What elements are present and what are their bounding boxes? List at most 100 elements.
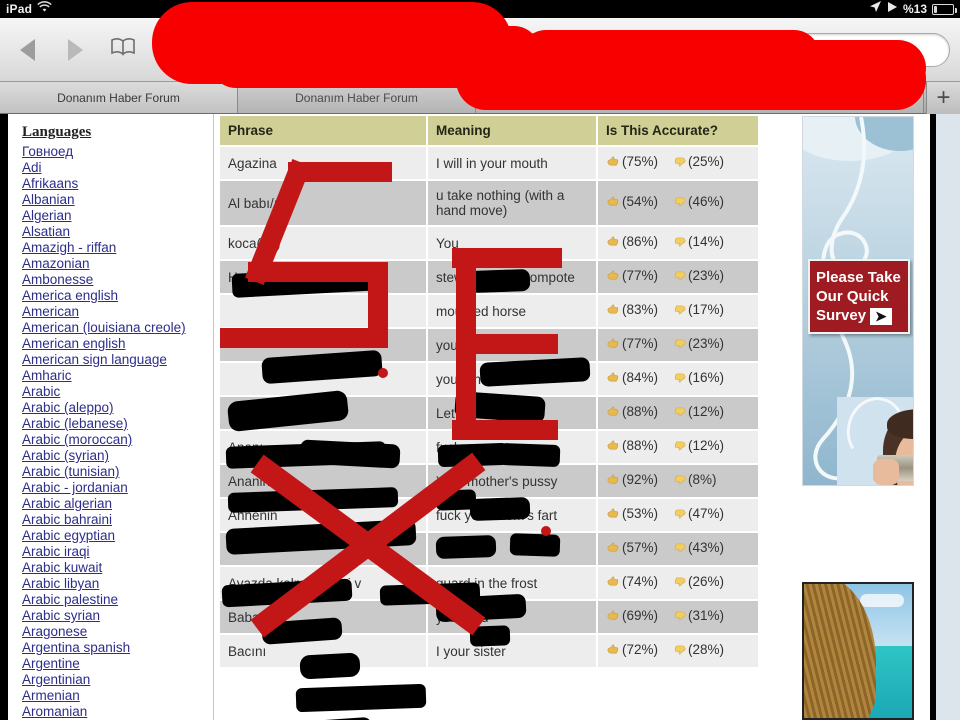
page-left-border [0,114,8,720]
sidebar-language-link[interactable]: Arabic kuwait [22,560,213,576]
beach-hut-photo[interactable] [802,582,914,720]
sidebar-language-link[interactable]: Aromanian [22,704,213,720]
sidebar-language-link[interactable]: American (louisiana creole) [22,320,213,336]
sidebar-language-link[interactable]: Amazigh - riffan [22,240,213,256]
sidebar-language-link[interactable]: Armenian [22,688,213,704]
vote-up-group[interactable]: (69%) [606,608,658,623]
vote-down-group[interactable]: (14%) [672,234,724,249]
vote-down-group[interactable]: (26%) [672,574,724,589]
vote-down-percent: (16%) [688,370,725,385]
vote-up-group[interactable]: (92%) [606,472,658,487]
vote-up-group[interactable]: (77%) [606,336,658,351]
tab-donanim-haber-forum-1[interactable]: Donanım Haber Forum [0,82,238,113]
browser-toolbar [0,18,960,82]
play-icon [887,0,898,18]
vote-down-group[interactable]: (17%) [672,302,724,317]
vote-down-group[interactable]: (23%) [672,268,724,283]
sidebar-language-link[interactable]: Algerian [22,208,213,224]
sidebar-language-link[interactable]: Arabic libyan [22,576,213,592]
sidebar-language-link[interactable]: Aragonese [22,624,213,640]
thumbs-down-icon [674,305,686,315]
vote-down-group[interactable]: (12%) [672,404,724,419]
vote-down-group[interactable]: (46%) [672,194,724,209]
new-tab-button[interactable]: + [926,82,960,114]
vote-up-group[interactable]: (84%) [606,370,658,385]
sidebar-language-link[interactable]: Argentine [22,656,213,672]
sidebar-language-link[interactable]: Arabic - jordanian [22,480,213,496]
vote-down-group[interactable]: (23%) [672,336,724,351]
column-header-meaning[interactable]: Meaning [428,116,596,145]
vote-up-group[interactable]: (83%) [606,302,658,317]
survey-ad-banner[interactable]: Please Take Our Quick Survey ➤ [802,116,914,486]
tin-can-phone-photo [837,397,913,485]
column-header-accuracy[interactable]: Is This Accurate? [598,116,758,145]
vote-down-group[interactable]: (16%) [672,370,724,385]
column-header-phrase[interactable]: Phrase [220,116,426,145]
sidebar-language-link[interactable]: America english [22,288,213,304]
sidebar-language-link[interactable]: American [22,304,213,320]
vote-down-percent: (23%) [688,268,725,283]
sidebar-language-link[interactable]: American english [22,336,213,352]
thumbs-up-icon [607,610,619,620]
vote-up-group[interactable]: (72%) [606,642,658,657]
sidebar-language-link[interactable]: Arabic bahraini [22,512,213,528]
sidebar-language-link[interactable]: Afrikaans [22,176,213,192]
vote-down-group[interactable]: (43%) [672,540,724,555]
sidebar-language-link[interactable]: Argentina spanish [22,640,213,656]
sidebar-language-link[interactable]: Arabic (lebanese) [22,416,213,432]
vote-up-percent: (77%) [622,268,659,283]
survey-cta-box[interactable]: Please Take Our Quick Survey ➤ [808,259,910,334]
vote-down-group[interactable]: (12%) [672,438,724,453]
sidebar-language-link[interactable]: Amharic [22,368,213,384]
sidebar-language-link[interactable]: Arabic (syrian) [22,448,213,464]
tab-donanim-haber-forum-2[interactable]: Donanım Haber Forum [238,82,476,113]
address-bar[interactable] [202,32,686,67]
thumbs-down-icon [674,339,686,349]
sidebar-language-link[interactable]: Arabic [22,384,213,400]
thumbs-down-icon [674,509,686,519]
vote-up-group[interactable]: (74%) [606,574,658,589]
sidebar-language-link[interactable]: Arabic (aleppo) [22,400,213,416]
sidebar-language-link[interactable]: Arabic (moroccan) [22,432,213,448]
sidebar-language-link[interactable]: Arabic (tunisian) [22,464,213,480]
vote-up-group[interactable]: (88%) [606,404,658,419]
vote-down-group[interactable]: (25%) [672,154,724,169]
sidebar-language-link[interactable]: American sign language [22,352,213,368]
vote-down-group[interactable]: (8%) [672,472,717,487]
vote-down-group[interactable]: (31%) [672,608,724,623]
vote-up-group[interactable]: (88%) [606,438,658,453]
thumbs-up-icon [607,338,619,348]
sidebar-language-link[interactable]: Arabic egyptian [22,528,213,544]
sidebar-language-link[interactable]: Albanian [22,192,213,208]
sidebar-language-link[interactable]: Arabic iraqi [22,544,213,560]
location-arrow-icon [869,0,882,18]
sidebar-language-link[interactable]: Alsatian [22,224,213,240]
vote-up-group[interactable]: (75%) [606,154,658,169]
sidebar-language-link[interactable]: Говноед [22,144,213,160]
survey-arrow-icon[interactable]: ➤ [870,307,892,325]
tab-donanim-haber-forum-3[interactable] [476,82,924,113]
vote-up-group[interactable]: (57%) [606,540,658,555]
vote-down-group[interactable]: (28%) [672,642,724,657]
sidebar-language-link[interactable]: Argentinian [22,672,213,688]
vote-up-group[interactable]: (86%) [606,234,658,249]
vote-up-group[interactable]: (54%) [606,194,658,209]
sidebar-language-link[interactable]: Amazonian [22,256,213,272]
back-button[interactable] [10,33,44,67]
sidebar-language-link[interactable]: Arabic palestine [22,592,213,608]
vote-up-percent: (84%) [622,370,659,385]
vote-up-group[interactable]: (53%) [606,506,658,521]
sidebar-language-link[interactable]: Arabic syrian [22,608,213,624]
vote-up-group[interactable]: (77%) [606,268,658,283]
vote-down-group[interactable]: (47%) [672,506,724,521]
forward-button[interactable] [58,33,92,67]
share-icon [160,37,182,62]
sidebar-language-link[interactable]: Adi [22,160,213,176]
search-input[interactable] [700,32,950,67]
sidebar-language-link[interactable]: Ambonesse [22,272,213,288]
bookmarks-button[interactable] [106,33,140,67]
vote-down-percent: (17%) [688,302,725,317]
reload-icon[interactable] [658,40,675,60]
share-button[interactable] [154,33,188,67]
sidebar-language-link[interactable]: Arabic algerian [22,496,213,512]
